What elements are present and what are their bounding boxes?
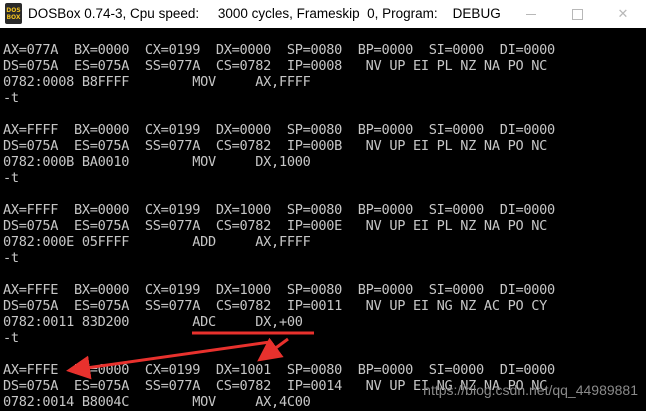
console-output[interactable]: AX=077A BX=0000 CX=0199 DX=0000 SP=0080 …: [0, 28, 646, 411]
minimize-icon: [526, 13, 536, 15]
console-line: DS=075A ES=075A SS=077A CS=0782 IP=0008 …: [3, 58, 548, 74]
console-line: 0782:0008 B8FFFF MOV AX,FFFF: [3, 74, 311, 90]
watermark-text: https://blog.csdn.net/qq_44989881: [423, 382, 638, 398]
console-line: -t: [3, 250, 19, 266]
console-line: -t: [3, 330, 19, 346]
close-button[interactable]: ✕: [600, 0, 646, 28]
console-line: AX=FFFF BX=0000 CX=0199 DX=1000 SP=0080 …: [3, 202, 555, 218]
console-line: DS=075A ES=075A SS=077A CS=0782 IP=0011 …: [3, 298, 548, 314]
maximize-icon: [571, 8, 583, 20]
minimize-button[interactable]: [508, 0, 554, 28]
maximize-button[interactable]: [554, 0, 600, 28]
console-line: 0782:000E 05FFFF ADD AX,FFFF: [3, 234, 311, 250]
console-line: DS=075A ES=075A SS=077A CS=0782 IP=000B …: [3, 138, 548, 154]
dosbox-app-icon[interactable]: DOS BOX: [5, 3, 22, 24]
console-line: 0782:000B BA0010 MOV DX,1000: [3, 154, 311, 170]
window-title: DOSBox 0.74-3, Cpu speed: 3000 cycles, F…: [28, 6, 501, 21]
app-icon-text-top: DOS: [6, 6, 21, 14]
console-line: 0782:0014 B8004C MOV AX,4C00: [3, 394, 311, 410]
title-bar[interactable]: DOS BOX DOSBox 0.74-3, Cpu speed: 3000 c…: [0, 0, 646, 28]
close-icon: ✕: [617, 6, 629, 22]
console-line: -t: [3, 170, 19, 186]
console-line: DS=075A ES=075A SS=077A CS=0782 IP=000E …: [3, 218, 548, 234]
console-line: -t: [3, 90, 19, 106]
console-line: AX=FFFF BX=0000 CX=0199 DX=0000 SP=0080 …: [3, 122, 555, 138]
console-line: AX=FFFE BX=0000 CX=0199 DX=1001 SP=0080 …: [3, 362, 555, 378]
console-line: AX=077A BX=0000 CX=0199 DX=0000 SP=0080 …: [3, 42, 555, 58]
app-icon-text-bottom: BOX: [6, 13, 21, 21]
console-line: AX=FFFE BX=0000 CX=0199 DX=1000 SP=0080 …: [3, 282, 555, 298]
console-line: 0782:0011 83D200 ADC DX,+00: [3, 314, 303, 330]
